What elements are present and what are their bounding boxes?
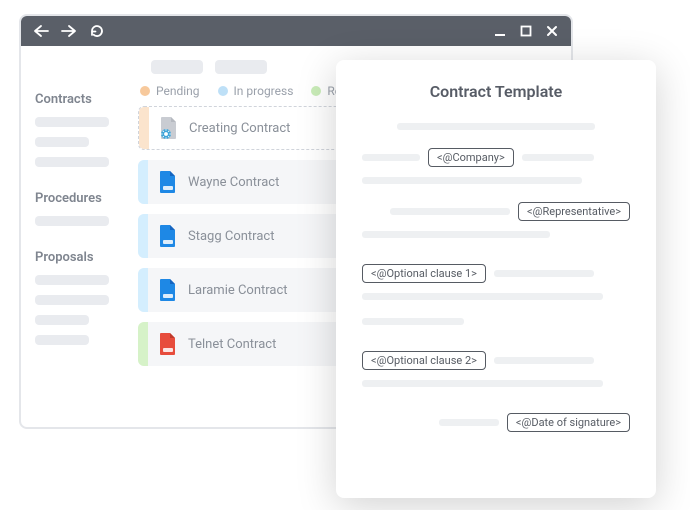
forward-icon[interactable]	[61, 24, 77, 38]
merge-field-signature-date[interactable]: <@Date of signature>	[507, 413, 630, 432]
titlebar	[21, 16, 571, 46]
back-icon[interactable]	[33, 24, 49, 38]
merge-field-optional-1[interactable]: <@Optional clause 1>	[362, 264, 486, 283]
text-placeholder	[494, 357, 594, 364]
text-placeholder	[362, 293, 603, 300]
legend-in-progress: In progress	[218, 84, 294, 98]
merge-field-optional-2[interactable]: <@Optional clause 2>	[362, 351, 486, 370]
minimize-icon[interactable]	[493, 24, 507, 38]
reload-icon[interactable]	[89, 23, 105, 39]
text-placeholder	[362, 177, 582, 184]
sidebar-item-placeholder[interactable]	[35, 275, 109, 285]
text-placeholder	[362, 318, 464, 325]
file-pdf-icon	[158, 332, 178, 356]
status-dot-reviewed-icon	[311, 86, 321, 96]
sidebar-heading-proposals[interactable]: Proposals	[35, 250, 128, 265]
status-accent	[138, 322, 148, 366]
template-title: Contract Template	[362, 82, 630, 101]
close-icon[interactable]	[545, 24, 559, 38]
text-placeholder	[362, 231, 550, 238]
status-accent	[138, 268, 148, 312]
status-accent	[138, 160, 148, 204]
text-placeholder	[362, 154, 420, 161]
file-doc-icon	[158, 224, 178, 248]
text-placeholder	[494, 270, 594, 277]
status-accent	[139, 107, 149, 149]
text-placeholder	[390, 208, 510, 215]
toolbar-placeholder	[151, 60, 203, 74]
text-placeholder	[362, 380, 603, 387]
sidebar-item-placeholder[interactable]	[35, 157, 109, 167]
merge-field-company[interactable]: <@Company>	[428, 148, 514, 167]
legend-label: In progress	[234, 84, 294, 98]
merge-field-representative[interactable]: <@Representative>	[518, 202, 630, 221]
sidebar-heading-contracts[interactable]: Contracts	[35, 92, 128, 107]
text-placeholder	[397, 123, 595, 130]
contract-template-preview: Contract Template <@Company> <@Represent…	[336, 60, 656, 498]
sidebar-item-placeholder[interactable]	[35, 315, 89, 325]
file-settings-icon	[159, 116, 179, 140]
status-accent	[138, 214, 148, 258]
toolbar-placeholder	[215, 60, 267, 74]
status-dot-inprogress-icon	[218, 86, 228, 96]
sidebar-item-placeholder[interactable]	[35, 216, 109, 226]
status-dot-pending-icon	[140, 86, 150, 96]
sidebar: Contracts Procedures Proposals	[21, 80, 138, 427]
file-doc-icon	[158, 278, 178, 302]
sidebar-item-placeholder[interactable]	[35, 295, 109, 305]
text-placeholder	[439, 419, 499, 426]
legend-pending: Pending	[140, 84, 200, 98]
text-placeholder	[522, 154, 594, 161]
sidebar-item-placeholder[interactable]	[35, 335, 89, 345]
legend-label: Pending	[156, 84, 200, 98]
sidebar-item-placeholder[interactable]	[35, 137, 89, 147]
sidebar-heading-procedures[interactable]: Procedures	[35, 191, 128, 206]
file-doc-icon	[158, 170, 178, 194]
maximize-icon[interactable]	[519, 24, 533, 38]
sidebar-item-placeholder[interactable]	[35, 117, 109, 127]
